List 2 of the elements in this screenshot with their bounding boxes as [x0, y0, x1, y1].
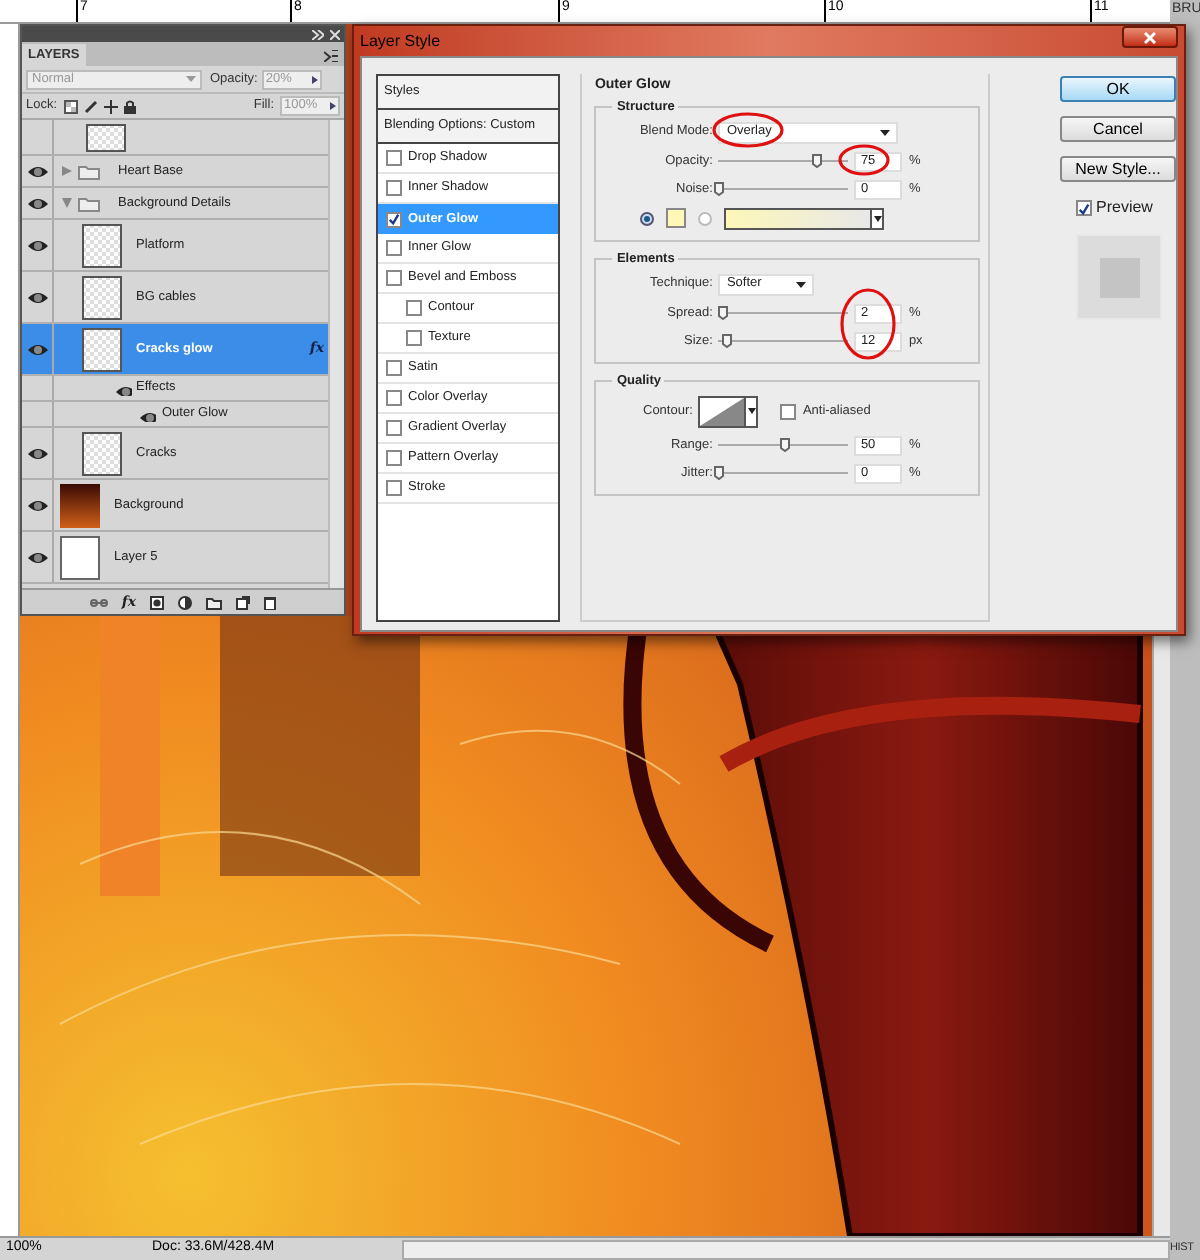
- window-title: Layer Style: [360, 29, 441, 53]
- checkbox-label: Preview: [1096, 196, 1153, 220]
